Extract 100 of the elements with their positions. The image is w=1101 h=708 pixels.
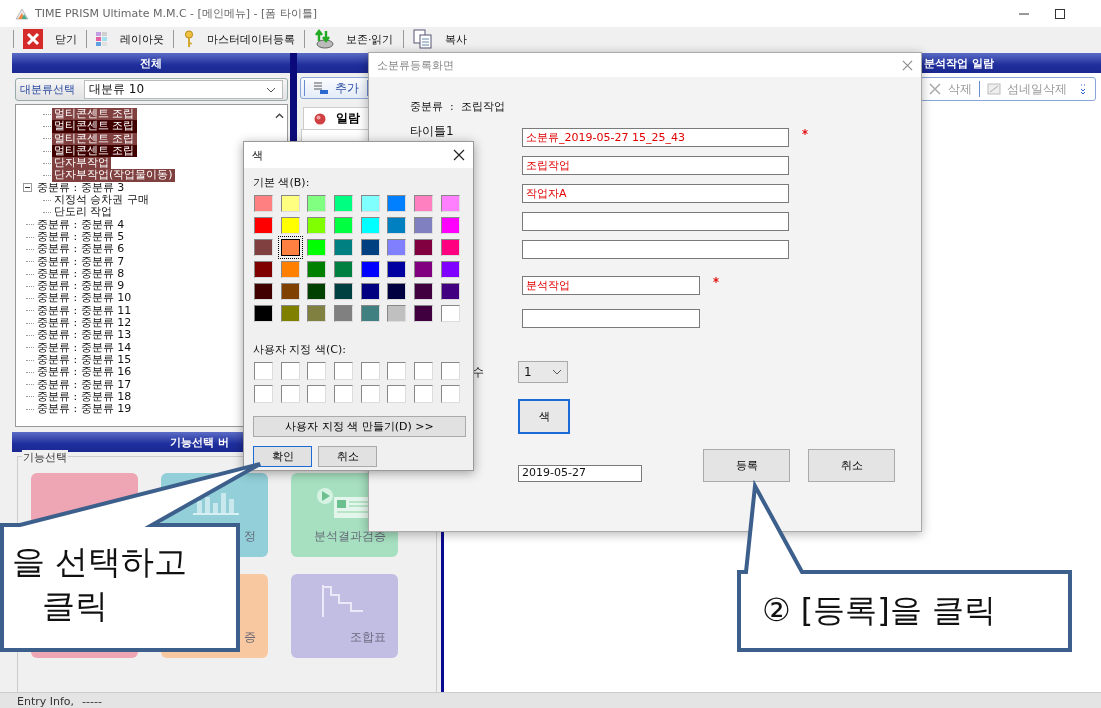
toolbar-button[interactable]: 레이아웃 [92,28,168,50]
color-swatch[interactable] [440,283,460,300]
color-swatch[interactable] [360,305,380,322]
tree-item[interactable]: 중분류 : 중분류 15 [35,353,134,367]
color-swatch[interactable] [280,261,300,278]
color-swatch[interactable] [334,385,354,403]
color-swatch[interactable] [440,305,460,322]
color-swatch[interactable] [280,385,300,403]
tree-item[interactable]: 중분류 : 중분류 3 [35,181,127,195]
text-field[interactable]: 분석작업 [522,276,700,295]
color-swatch[interactable] [387,261,407,278]
color-swatch[interactable] [440,385,460,403]
tree-item[interactable]: 중분류 : 중분류 9 [35,280,127,293]
color-swatch[interactable] [280,283,300,300]
tree-item[interactable]: 중분류 : 중분류 18 [35,390,134,404]
tree-item[interactable]: 단자부작업 [52,157,111,170]
tree-item[interactable]: 중분류 : 중분류 7 [35,255,127,268]
toolbar-button[interactable]: 닫기 [19,28,81,50]
color-swatch[interactable] [387,362,407,380]
dialog-button[interactable]: 등록 [703,449,790,482]
color-swatch[interactable] [440,195,460,212]
list-tab[interactable]: 일람 [303,107,371,129]
color-swatch[interactable] [360,283,380,300]
color-swatch[interactable] [387,283,407,300]
color-swatch[interactable] [307,261,327,278]
tree-item[interactable]: 단자부작업(작업물이동) [52,169,175,182]
text-field[interactable]: 조립작업 [522,156,789,175]
text-field[interactable]: 작업자A [522,184,789,203]
color-swatch[interactable] [387,385,407,403]
cancel-button[interactable]: 취소 [318,446,377,467]
tree-item[interactable]: 중분류 : 중분류 5 [35,230,127,244]
close-icon[interactable] [453,149,465,161]
maximize-icon[interactable] [1055,8,1065,19]
toolbar-button[interactable]: 마스터데이터등록 [179,28,299,50]
color-swatch[interactable] [254,217,273,234]
color-swatch[interactable] [360,195,380,212]
tree-item[interactable]: 중분류 : 중분류 10 [35,292,134,305]
collapse-toggle-icon[interactable] [23,183,32,193]
tree-item[interactable]: 지정석 승차권 구매 [52,194,151,207]
color-swatch[interactable] [387,239,407,256]
color-swatch[interactable] [360,261,380,278]
color-swatch[interactable] [334,239,354,256]
toolbar-button[interactable]: 복사 [408,28,471,50]
tree-item[interactable]: 중분류 : 중분류 16 [35,366,134,379]
tree-item[interactable]: 멀티콘센트 조립 [52,120,137,133]
color-swatch[interactable] [414,283,434,300]
ok-button[interactable]: 확인 [253,446,312,467]
color-swatch[interactable] [440,217,460,234]
color-swatch[interactable] [280,195,300,212]
color-swatch[interactable] [280,217,300,234]
color-swatch[interactable] [387,195,407,212]
color-swatch[interactable] [334,261,354,278]
color-swatch[interactable] [254,305,273,322]
tree-item[interactable]: 중분류 : 중분류 13 [35,329,134,342]
color-swatch[interactable] [414,239,434,256]
tree-item[interactable]: 멀티콘센트 조립 [52,108,137,121]
color-swatch[interactable] [387,217,407,234]
tree-item[interactable]: 중분류 : 중분류 14 [35,341,134,354]
color-swatch[interactable] [254,362,273,380]
color-swatch[interactable] [307,239,327,256]
color-swatch[interactable] [307,305,327,322]
color-swatch[interactable] [440,239,460,256]
date-field[interactable]: 2019-05-27 [518,465,642,482]
tree-item[interactable]: 중분류 : 중분류 6 [35,243,127,256]
color-swatch[interactable] [334,283,354,300]
color-swatch[interactable] [334,195,354,212]
color-swatch[interactable] [254,195,273,212]
text-field[interactable] [522,240,789,259]
tree-item[interactable]: 중분류 : 중분류 4 [35,218,127,231]
category-dropdown[interactable]: 대분류 10 [84,80,283,99]
color-swatch[interactable] [360,239,380,256]
color-swatch[interactable] [414,195,434,212]
count-dropdown[interactable]: 1 [518,361,568,383]
color-swatch[interactable] [414,362,434,380]
dialog-button[interactable]: 취소 [808,449,895,482]
color-swatch[interactable] [360,385,380,403]
color-swatch[interactable] [334,305,354,322]
color-swatch[interactable] [307,283,327,300]
color-swatch[interactable] [254,261,273,278]
color-swatch[interactable] [334,217,354,234]
text-field[interactable]: 소분류_2019-05-27 15_25_43 [522,128,789,147]
color-swatch[interactable] [254,385,273,403]
color-swatch[interactable] [254,283,273,300]
color-button[interactable]: 색 [518,399,570,434]
color-swatch[interactable] [440,362,460,380]
toolbar-button[interactable]: 보존·읽기 [310,28,398,50]
color-swatch[interactable] [414,385,434,403]
tree-item[interactable]: 중분류 : 중분류 11 [35,304,134,318]
define-colors-button[interactable]: 사용자 지정 색 만들기(D) >> [253,416,466,437]
overflow-icon[interactable] [1080,83,1086,95]
color-swatch[interactable] [307,362,327,380]
color-swatch[interactable] [414,217,434,234]
tree-item[interactable]: 중분류 : 중분류 19 [35,403,134,416]
text-field[interactable] [522,212,789,231]
tree-item[interactable]: 중분류 : 중분류 17 [35,378,134,391]
color-swatch[interactable] [280,362,300,380]
tree-item[interactable]: 중분류 : 중분류 12 [35,317,134,330]
color-swatch[interactable] [280,305,300,322]
color-swatch[interactable] [334,362,354,380]
color-swatch[interactable] [280,239,300,256]
